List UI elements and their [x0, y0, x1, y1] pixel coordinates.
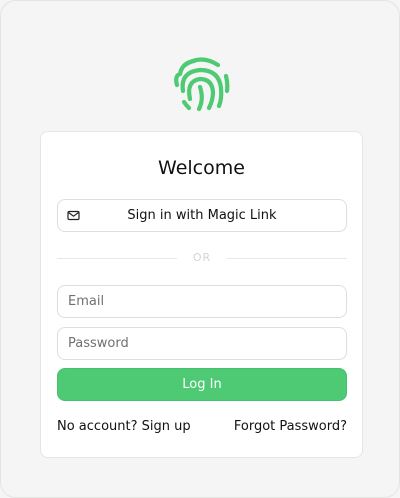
- signup-link[interactable]: No account? Sign up: [57, 418, 191, 436]
- app-frame: Welcome Sign in with Magic Link OR Log I…: [0, 0, 400, 498]
- page-title: Welcome: [158, 157, 245, 179]
- magic-link-button[interactable]: Sign in with Magic Link: [57, 199, 347, 232]
- auth-links: No account? Sign up Forgot Password?: [57, 418, 347, 436]
- email-input[interactable]: [57, 285, 347, 318]
- forgot-password-link[interactable]: Forgot Password?: [234, 418, 347, 436]
- magic-link-label: Sign in with Magic Link: [127, 208, 277, 223]
- or-divider: OR: [57, 251, 347, 265]
- fingerprint-icon: [174, 57, 230, 112]
- password-input[interactable]: [57, 327, 347, 360]
- divider-line-right: [227, 258, 347, 259]
- login-card: Welcome Sign in with Magic Link OR Log I…: [40, 131, 363, 458]
- login-button[interactable]: Log In: [57, 368, 347, 401]
- mail-icon: [67, 210, 80, 221]
